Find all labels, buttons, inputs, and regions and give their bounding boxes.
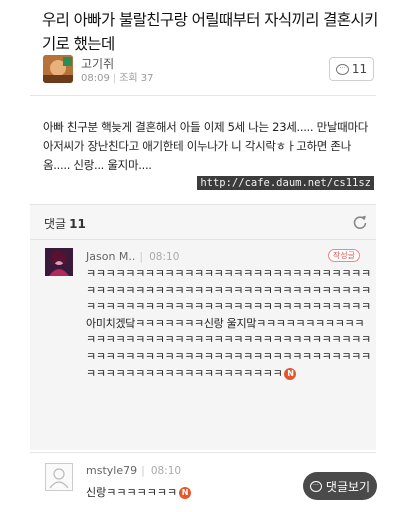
- post-body: 아빠 친구분 핵늦게 결혼해서 아들 이제 5세 나는 23세..... 만날때…: [43, 120, 369, 172]
- post-title: 우리 아빠가 불랄친구랑 어릴때부터 자식끼리 결혼시키기로 했는데: [42, 11, 378, 53]
- comment-time: 08:10: [150, 465, 182, 477]
- comment-bubble-icon: ···: [309, 480, 322, 492]
- refresh-icon[interactable]: [352, 214, 368, 230]
- comment-text-wrap: ㅋㅋㅋㅋㅋㅋㅋㅋㅋㅋㅋㅋㅋㅋㅋㅋㅋㅋㅋㅋㅋㅋㅋㅋㅋㅋㅋㅋㅋㅋㅋㅋㅋㅋㅋㅋㅋㅋㅋㅋ…: [86, 266, 372, 382]
- comment-text-wrap: 신랑ㅋㅋㅋㅋㅋㅋㅋ N: [86, 484, 192, 500]
- commenter-avatar[interactable]: [45, 463, 73, 491]
- post-views: 조회 37: [119, 73, 154, 84]
- default-user-icon: [49, 468, 69, 489]
- commenter-name-line: mstyle79 | 08:10: [86, 464, 181, 477]
- meta-separator: |: [139, 250, 144, 263]
- comment-time: 08:10: [149, 251, 180, 263]
- commenter-name[interactable]: Jason M..: [86, 250, 135, 263]
- view-comments-label: 댓글보기: [325, 479, 371, 494]
- avatar-image: [45, 248, 73, 276]
- meta-separator: |: [141, 464, 145, 477]
- post-header: 우리 아빠가 불랄친구랑 어릴때부터 자식끼리 결혼시키기로 했는데 고기쥐 0…: [0, 0, 406, 95]
- author-badge: 작성글: [327, 249, 360, 262]
- header-divider: [30, 95, 376, 96]
- comment-text: ㅋㅋㅋㅋㅋㅋㅋㅋㅋㅋㅋㅋㅋㅋㅋㅋㅋㅋㅋㅋㅋㅋㅋㅋㅋㅋㅋㅋㅋㅋㅋㅋㅋㅋㅋㅋㅋㅋㅋㅋ…: [86, 267, 371, 380]
- new-badge: N: [284, 367, 297, 380]
- post-time: 08:09: [81, 73, 110, 84]
- avatar-image: [43, 55, 73, 83]
- commenter-name-line: Jason M.. | 08:10: [86, 250, 179, 263]
- author-avatar[interactable]: [43, 55, 73, 83]
- new-badge: N: [179, 487, 192, 499]
- source-link[interactable]: http://cafe.daum.net/cs11sz: [197, 176, 374, 190]
- comments-header: 댓글 11: [30, 204, 376, 240]
- comment-count: 11: [351, 62, 368, 76]
- comment-item: Jason M.. | 08:10 작성글 ㅋㅋㅋㅋㅋㅋㅋㅋㅋㅋㅋㅋㅋㅋㅋㅋㅋㅋㅋㅋ…: [30, 240, 376, 450]
- view-comments-button[interactable]: ··· 댓글보기: [303, 472, 377, 500]
- comment-count-button[interactable]: ··· 11: [329, 57, 374, 81]
- commenter-name[interactable]: mstyle79: [86, 464, 137, 477]
- comment-bubble-icon: ···: [335, 63, 349, 75]
- comment-text: 신랑ㅋㅋㅋㅋㅋㅋㅋ: [86, 486, 178, 499]
- comments-label: 댓글: [44, 217, 67, 231]
- comments-title: 댓글 11: [44, 215, 86, 232]
- comments-total: 11: [69, 217, 86, 231]
- meta-separator: |: [112, 73, 117, 84]
- post-meta: 08:09 | 조회 37: [81, 69, 154, 84]
- commenter-avatar[interactable]: [45, 248, 73, 276]
